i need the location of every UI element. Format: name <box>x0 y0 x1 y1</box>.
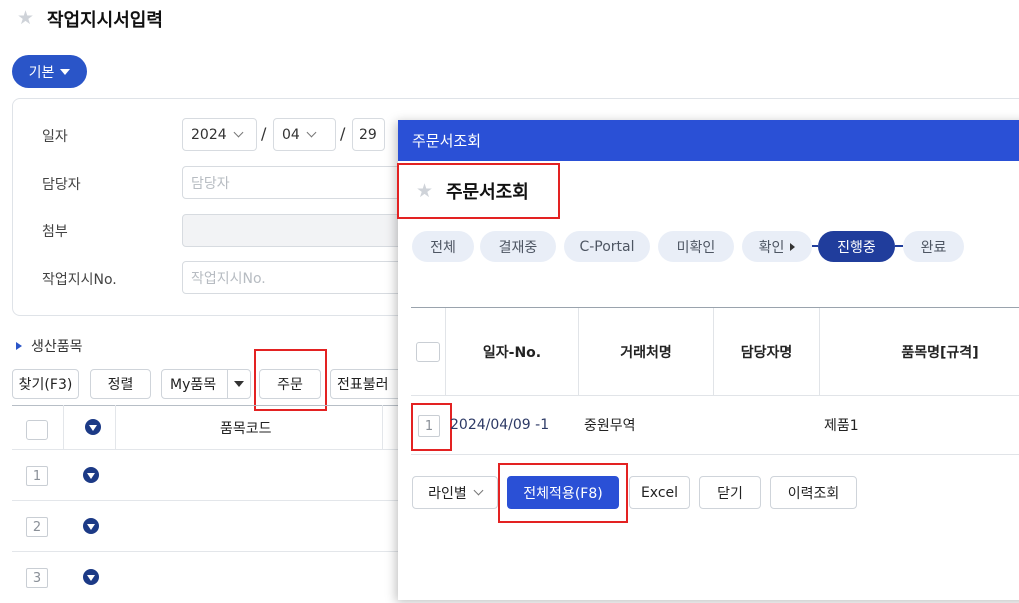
highlight-box-order <box>254 349 327 411</box>
my-items-button[interactable]: My품목 <box>161 369 251 399</box>
page-title: 작업지시서입력 <box>47 10 163 31</box>
download-icon[interactable] <box>83 569 99 585</box>
date-year-value: 2024 <box>191 126 227 143</box>
manager-input[interactable]: 담당자 <box>182 166 402 199</box>
split-divider <box>227 370 228 398</box>
highlight-box-title <box>397 163 560 219</box>
expand-triangle-icon <box>16 342 22 350</box>
row-bottom-border <box>411 454 1019 455</box>
table-row: 1 <box>12 450 402 501</box>
cell-item-name: 제품1 <box>824 418 859 434</box>
section-toggle[interactable]: 생산품목 <box>16 336 83 356</box>
date-month-value: 04 <box>282 126 300 143</box>
manager-placeholder: 담당자 <box>191 175 230 192</box>
date-day-input[interactable]: 29 <box>352 118 385 151</box>
cell-customer: 중원무역 <box>584 418 636 434</box>
order-lookup-modal: 주문서조회 ★ 주문서조회 전체 결재중 C-Portal 미확인 확인 진행중… <box>397 120 1019 600</box>
manager-label: 담당자 <box>42 177 81 193</box>
date-day-value: 29 <box>359 126 377 143</box>
modal-header-title: 주문서조회 <box>412 132 482 150</box>
tab-approving[interactable]: 결재중 <box>480 231 556 262</box>
col-date-no: 일자-No. <box>446 308 579 395</box>
col-item-code: 품목코드 <box>220 421 272 437</box>
excel-button[interactable]: Excel <box>629 476 690 509</box>
favorite-star-icon[interactable]: ★ <box>17 7 34 29</box>
date-year-select[interactable]: 2024 <box>182 118 257 151</box>
cell-date-no[interactable]: 2024/04/09 -1 <box>450 396 549 454</box>
attachment-label: 첨부 <box>42 224 68 240</box>
highlight-box-apply <box>498 463 628 523</box>
workorder-no-placeholder: 작업지시No. <box>191 270 266 287</box>
line-select-dropdown[interactable]: 라인별 <box>412 476 498 509</box>
row-number[interactable]: 3 <box>26 568 48 588</box>
find-button[interactable]: 찾기(F3) <box>12 369 79 399</box>
tab-c-portal[interactable]: C-Portal <box>564 231 650 262</box>
chevron-down-icon <box>233 127 244 138</box>
date-separator: / <box>340 124 346 143</box>
download-icon[interactable] <box>85 419 101 435</box>
preset-label: 기본 <box>28 64 55 81</box>
workorder-no-label: 작업지시No. <box>42 272 117 288</box>
tab-completed[interactable]: 완료 <box>903 231 964 262</box>
table-row: 3 <box>12 552 402 603</box>
col-divider <box>382 405 383 450</box>
caret-down-icon <box>60 68 71 75</box>
date-separator: / <box>261 124 267 143</box>
tab-all[interactable]: 전체 <box>412 231 474 262</box>
select-all-checkbox[interactable] <box>26 420 48 440</box>
row-number[interactable]: 2 <box>26 517 48 537</box>
tab-confirmed[interactable]: 확인 <box>742 231 812 262</box>
section-title: 생산품목 <box>31 339 83 355</box>
line-select-label: 라인별 <box>428 485 467 502</box>
modal-header: 주문서조회 <box>398 120 1019 161</box>
tab-unconfirmed[interactable]: 미확인 <box>658 231 734 262</box>
header-select-cell <box>411 308 446 395</box>
col-divider <box>63 405 64 450</box>
select-all-checkbox[interactable] <box>416 341 440 362</box>
chevron-down-icon <box>473 485 484 496</box>
grid-header: 품목코드 <box>12 405 402 450</box>
col-item-name: 품목명[규격] <box>901 344 979 361</box>
table-row: 2 <box>12 501 402 552</box>
attachment-field[interactable] <box>182 214 402 247</box>
col-customer: 거래처명 <box>579 308 714 395</box>
arrow-right-icon <box>790 242 796 251</box>
my-items-label: My품목 <box>170 377 217 393</box>
chevron-down-icon <box>306 127 317 138</box>
caret-down-icon[interactable] <box>234 381 244 387</box>
workorder-no-input[interactable]: 작업지시No. <box>182 261 402 294</box>
tab-connector <box>895 245 903 247</box>
tab-in-progress[interactable]: 진행중 <box>818 231 895 262</box>
row-number[interactable]: 1 <box>26 466 48 486</box>
col-manager: 담당자명 <box>714 308 820 395</box>
date-label: 일자 <box>42 129 68 145</box>
col-divider <box>115 405 116 450</box>
history-button[interactable]: 이력조회 <box>770 476 857 509</box>
close-button[interactable]: 닫기 <box>699 476 761 509</box>
sort-button[interactable]: 정렬 <box>90 369 151 399</box>
download-icon[interactable] <box>83 467 99 483</box>
preset-dropdown-button[interactable]: 기본 <box>12 55 87 88</box>
download-icon[interactable] <box>83 518 99 534</box>
tab-confirmed-label: 확인 <box>758 239 785 256</box>
date-month-select[interactable]: 04 <box>273 118 336 151</box>
highlight-box-row <box>411 403 452 451</box>
